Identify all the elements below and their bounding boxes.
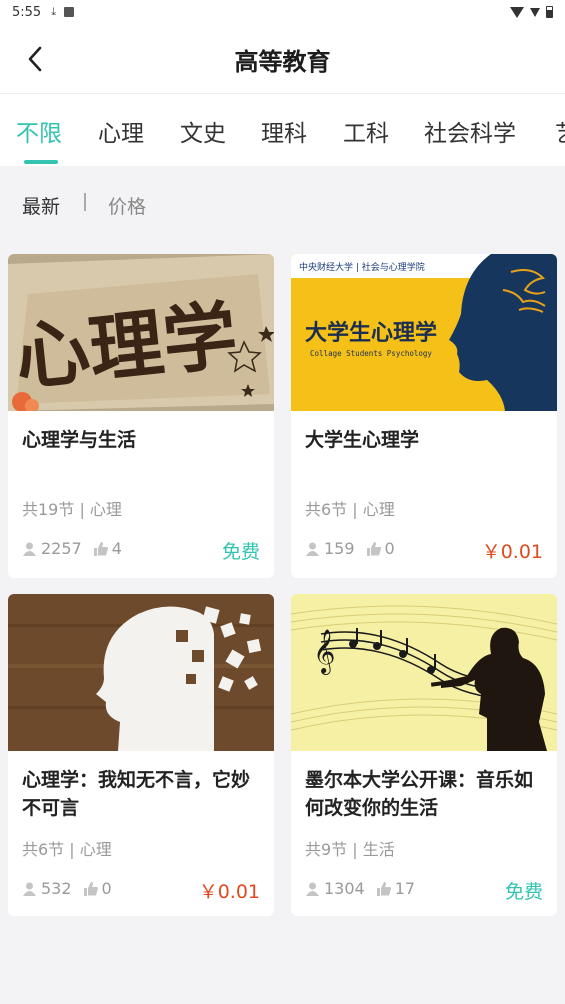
course-card[interactable]: 心理学 心理学与生活 共19节 | 心理 2257 4 免费 [8, 254, 274, 578]
like-count: 0 [101, 879, 112, 898]
signal-icon [530, 7, 540, 17]
course-thumbnail: 心理学 [8, 254, 274, 411]
course-meta: 共6节 | 心理 [22, 840, 112, 859]
thumbs-up-icon [376, 881, 391, 896]
notification-icon [64, 7, 75, 17]
tab-humanities[interactable]: 文史 [180, 114, 226, 148]
sort-price[interactable]: 价格 [108, 192, 146, 219]
tab-engineering[interactable]: 工科 [343, 114, 389, 148]
thumbs-up-icon [93, 541, 108, 556]
category-tabs: 不限 心理 文史 理科 工科 社会科学 艺 [0, 94, 565, 166]
course-meta: 共6节 | 心理 [305, 500, 395, 519]
person-icon [23, 542, 36, 556]
course-price: 免费 [504, 881, 543, 903]
person-icon [23, 882, 36, 896]
course-price: ￥0.01 [198, 881, 260, 903]
svg-text:𝄞: 𝄞 [313, 629, 335, 675]
app-header: 高等教育 [0, 24, 565, 94]
thumb-subtitle: Collage Students Psychology [310, 349, 432, 358]
view-count: 532 [41, 879, 72, 898]
course-card[interactable]: 中央财经大学 | 社会与心理学院 大学生心理学 Collage Students… [291, 254, 557, 578]
tab-art[interactable]: 艺 [555, 114, 565, 148]
sort-divider [84, 193, 86, 211]
status-bar: 5:55 ⤓ [0, 0, 565, 24]
sort-bar: 最新 价格 [0, 166, 565, 238]
course-stats: 159 0 [305, 539, 395, 558]
course-meta: 共9节 | 生活 [305, 840, 395, 859]
like-count: 17 [394, 879, 416, 898]
download-icon: ⤓ [51, 5, 57, 18]
course-stats: 532 0 [22, 879, 112, 898]
sort-newest[interactable]: 最新 [22, 192, 60, 219]
active-tab-indicator [24, 160, 58, 164]
status-time: 5:55 [12, 4, 42, 20]
course-title: 大学生心理学 [305, 429, 420, 451]
course-title: 墨尔本大学公开课：音乐如何改变你的生活 [305, 769, 534, 819]
thumbs-up-icon [366, 541, 381, 556]
course-meta: 共19节 | 心理 [22, 500, 122, 519]
course-title: 心理学与生活 [22, 429, 137, 451]
battery-icon [546, 6, 553, 18]
thumbs-up-icon [83, 881, 98, 896]
course-price: 免费 [221, 541, 260, 563]
course-price: ￥0.01 [481, 541, 543, 563]
thumb-title: 大学生心理学 [305, 320, 437, 346]
course-stats: 2257 4 [22, 539, 122, 558]
tab-psychology[interactable]: 心理 [98, 114, 144, 148]
tab-all[interactable]: 不限 [16, 114, 62, 148]
person-icon [306, 882, 319, 896]
view-count: 2257 [41, 539, 82, 558]
view-count: 159 [324, 539, 355, 558]
course-thumbnail [8, 594, 274, 751]
course-title: 心理学：我知无不言，它妙不可言 [22, 769, 251, 819]
page-title: 高等教育 [234, 48, 331, 76]
wifi-icon [510, 6, 524, 18]
course-card[interactable]: 𝄞 墨尔本大学公开课：音乐如何改变你的生活 共9节 | 生活 1304 17 免… [291, 594, 557, 916]
tab-social-science[interactable]: 社会科学 [424, 114, 516, 148]
view-count: 1304 [324, 879, 365, 898]
course-thumbnail: 中央财经大学 | 社会与心理学院 大学生心理学 Collage Students… [291, 254, 557, 411]
like-count: 0 [384, 539, 395, 558]
course-card[interactable]: 心理学：我知无不言，它妙不可言 共6节 | 心理 532 0 ￥0.01 [8, 594, 274, 916]
course-stats: 1304 17 [305, 879, 415, 898]
thumb-university-header: 中央财经大学 | 社会与心理学院 [299, 261, 425, 273]
course-thumbnail: 𝄞 [291, 594, 557, 751]
like-count: 4 [111, 539, 122, 558]
person-icon [306, 542, 319, 556]
tab-science[interactable]: 理科 [261, 114, 307, 148]
